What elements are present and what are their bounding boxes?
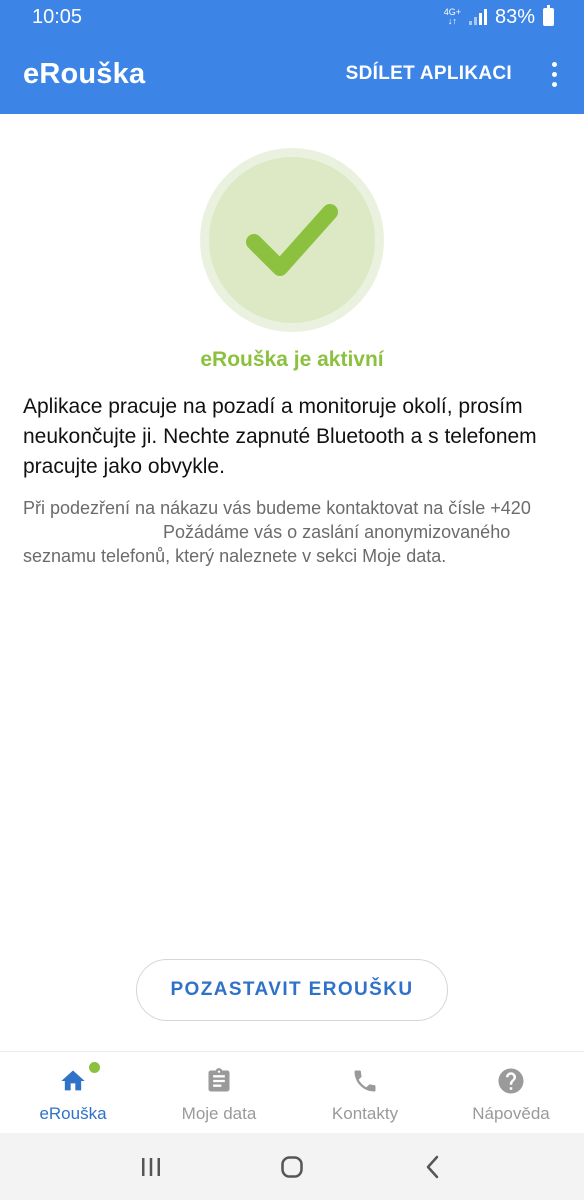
signal-icon <box>468 9 487 25</box>
battery-icon <box>543 5 554 26</box>
home-icon <box>58 1062 100 1096</box>
status-time: 10:05 <box>32 5 83 28</box>
nav-item-erouska[interactable]: eRouška <box>0 1052 146 1133</box>
app-title: eRouška <box>23 57 146 90</box>
screen: 10:05 4G+ ↓↑ 83% eRouška SDÍLET APLIKACI <box>0 0 584 1200</box>
status-title: eRouška je aktivní <box>200 348 384 371</box>
home-button-icon[interactable] <box>272 1147 312 1187</box>
contact-info-text: Při podezření na nákazu vás budeme konta… <box>23 496 568 568</box>
notification-dot <box>89 1062 100 1073</box>
phone-icon <box>350 1066 380 1096</box>
more-vert-icon[interactable] <box>544 54 564 94</box>
nav-item-napoveda[interactable]: Nápověda <box>438 1052 584 1133</box>
status-indicators: 4G+ ↓↑ 83% <box>443 5 554 29</box>
share-app-button[interactable]: SDÍLET APLIKACI <box>346 63 512 85</box>
status-badge <box>200 148 384 332</box>
contact-info-part-2: Požádáme vás o zaslání anonymizovaného s… <box>23 522 511 566</box>
nav-item-moje-data[interactable]: Moje data <box>146 1052 292 1133</box>
battery-percent: 83% <box>494 5 535 28</box>
nav-label: Moje data <box>181 1104 257 1123</box>
system-navigation-bar <box>0 1133 584 1200</box>
network-type-icon: 4G+ ↓↑ <box>443 7 461 26</box>
back-icon[interactable] <box>413 1147 453 1187</box>
nav-label: Kontakty <box>331 1104 399 1123</box>
bottom-navigation: eRouška Moje data Kontakty Nápověda <box>0 1051 584 1133</box>
nav-item-kontakty[interactable]: Kontakty <box>292 1052 438 1133</box>
check-icon <box>246 204 338 276</box>
nav-label: Nápověda <box>472 1104 550 1123</box>
status-description: Aplikace pracuje na pozadí a monitoruje … <box>23 395 537 478</box>
help-icon <box>496 1066 526 1096</box>
nav-label: eRouška <box>39 1104 107 1123</box>
recents-icon[interactable] <box>131 1147 171 1187</box>
status-bar: 10:05 4G+ ↓↑ 83% <box>0 0 584 34</box>
pause-erouska-button[interactable]: POZASTAVIT EROUŠKU <box>136 959 448 1021</box>
app-bar: eRouška SDÍLET APLIKACI <box>0 34 584 114</box>
clipboard-icon <box>204 1066 234 1096</box>
contact-info-part-1: Při podezření na nákazu vás budeme konta… <box>23 498 531 518</box>
